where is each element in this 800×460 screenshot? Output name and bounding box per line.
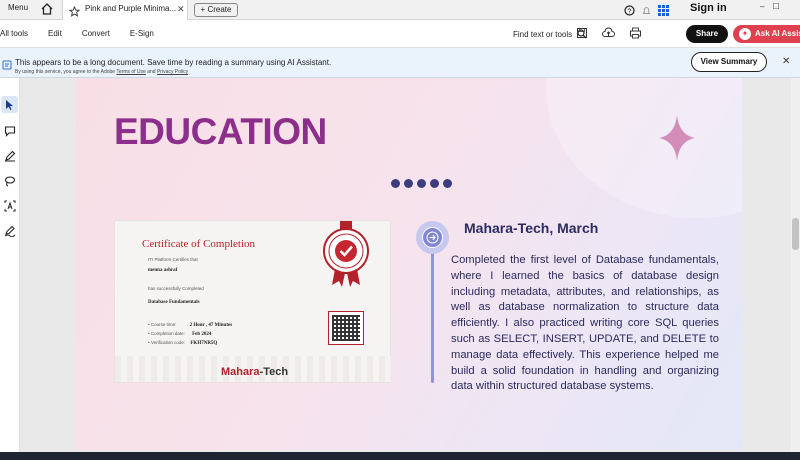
sign-in-button[interactable]: Sign in [690,2,727,14]
pdf-page: EDUCATION Certificate of Completion ITI … [76,78,742,450]
ai-summary-banner: This appears to be a long document. Save… [0,48,800,78]
legal-prefix: By using this service, you agree to the … [15,69,116,75]
os-taskbar [0,452,800,460]
dot [391,179,400,188]
menu-e-sign[interactable]: E-Sign [130,29,154,38]
entry-title: Mahara-Tech, March [464,220,599,236]
dot [404,179,413,188]
main-toolbar: All tools Edit Convert E-Sign Find text … [0,20,800,48]
qr-code [328,311,364,345]
vertical-scrollbar[interactable] [791,78,800,460]
section-heading: EDUCATION [114,111,327,152]
menu-all-tools[interactable]: All tools [0,29,28,38]
left-tool-rail [0,78,20,460]
timeline-line [431,236,434,383]
top-icons: ? [624,3,669,21]
sparkle-star-icon [659,115,695,166]
ai-summary-icon [2,57,12,75]
sign-icon[interactable] [1,222,18,239]
logo-part-a: Mahara [221,366,260,378]
verification-row: • Verification code: FKH7NR5Q [148,340,217,346]
tab-bar: Menu Pink and Purple Minima... ✕ + Creat… [0,0,800,20]
document-tab[interactable]: Pink and Purple Minima... ✕ [62,0,188,20]
window-controls[interactable]: –☐ [760,2,788,11]
certificate-completed: has successfully Completed [148,286,204,291]
award-badge-icon [321,221,371,292]
close-tab-icon[interactable]: ✕ [177,4,185,15]
legal-and: and [147,69,156,75]
arrow-right-icon [426,231,439,244]
certificate-course: Database Fundamentals [148,300,200,305]
terms-of-use-link[interactable]: Terms of Use [116,69,145,75]
decorative-circle [546,78,742,218]
course-time-value: 2 Hour , 47 Minutes [189,323,233,328]
select-cursor-icon[interactable] [1,96,18,113]
certificate-image: Certificate of Completion ITI Platform C… [114,220,392,383]
course-time-row: • Course time: 2 Hour , 47 Minutes [148,322,232,328]
page-dots [391,179,452,188]
entry-description: Completed the first level of Database fu… [451,254,719,393]
menu-convert[interactable]: Convert [82,29,110,38]
home-icon[interactable] [40,2,56,18]
toolbar-icons [576,26,642,44]
tab-title: Pink and Purple Minima... [85,4,177,13]
certificate-name: menna ashraf [148,268,178,273]
completion-date-label: • Completion date: [148,331,185,336]
lasso-icon[interactable] [1,172,18,189]
dot [443,179,452,188]
apps-grid-icon[interactable] [658,3,669,21]
mahara-tech-logo: Mahara-Tech [221,366,288,378]
share-button[interactable]: Share [686,25,728,43]
verification-value: FKH7NR5Q [190,341,218,346]
view-summary-button[interactable]: View Summary [691,52,767,72]
scrollbar-thumb[interactable] [792,218,799,250]
text-recognition-icon[interactable] [1,197,18,214]
toolbar-menu: All tools Edit Convert E-Sign [0,29,154,38]
ask-ai-assistant-button[interactable]: ✦ Ask AI Assist [733,25,800,43]
certificate-certifies: ITI Platform Certifies that [148,257,198,262]
svg-text:?: ? [627,8,631,15]
completion-date-value: Feb 2024 [192,332,212,337]
ask-ai-label: Ask AI Assist [755,29,800,38]
banner-legal: By using this service, you agree to the … [15,69,188,75]
menu-edit[interactable]: Edit [48,29,62,38]
close-banner-icon[interactable]: ✕ [782,56,790,67]
verification-label: • Verification code: [148,340,186,345]
help-icon[interactable]: ? [624,3,635,21]
menu-button[interactable]: Menu [0,3,28,12]
comment-icon[interactable] [1,122,18,139]
create-button[interactable]: + Create [194,3,238,17]
ai-sparkle-icon: ✦ [739,28,751,40]
dot [430,179,439,188]
banner-message: This appears to be a long document. Save… [15,58,332,67]
save-icon[interactable] [576,26,588,44]
print-icon[interactable] [629,26,642,44]
course-time-label: • Course time: [148,322,177,327]
completion-date-row: • Completion date: Feb 2024 [148,331,211,337]
find-label: Find text or tools [513,30,573,39]
privacy-policy-link[interactable]: Privacy Policy [157,69,188,75]
certificate-title: Certificate of Completion [142,238,256,250]
dot [417,179,426,188]
bell-icon[interactable] [641,3,652,21]
logo-part-b: -Tech [259,366,289,378]
timeline-arrow-marker [422,227,443,248]
upload-cloud-icon[interactable] [602,26,615,44]
pen-icon[interactable] [1,147,18,164]
